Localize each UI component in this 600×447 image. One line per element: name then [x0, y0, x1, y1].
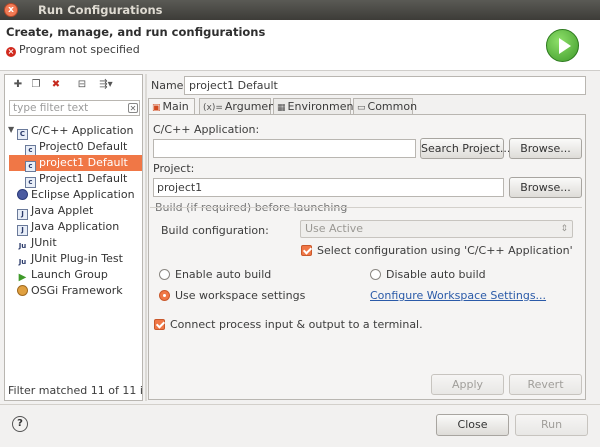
tree-item-java-app[interactable]: J Java Application	[17, 219, 119, 236]
tab-environment[interactable]: ▦ Environment	[273, 98, 358, 115]
error-message: × Program not specified	[6, 43, 140, 57]
config-tree-panel: ✚ ❐ ✖ ⊟ ⇶▾ type filter text ✕ ▼ C C/C++ A…	[4, 74, 143, 401]
browse-app-button[interactable]: Browse...	[509, 138, 582, 159]
footer-divider	[0, 404, 600, 405]
delete-icon[interactable]: ✖	[49, 78, 63, 92]
enable-auto-build-radio[interactable]: Enable auto build	[159, 268, 271, 281]
duplicate-icon[interactable]: ❐	[29, 78, 43, 92]
build-config-select[interactable]: Use Active ⇕	[300, 220, 573, 238]
collapse-all-icon[interactable]: ⊟	[75, 78, 89, 92]
app-label: C/C++ Application:	[153, 123, 260, 136]
connect-terminal-checkbox[interactable]: Connect process input & output to a term…	[154, 318, 423, 331]
dialog-header: Create, manage, and run configurations ×…	[0, 20, 600, 71]
name-input[interactable]: project1 Default	[184, 76, 586, 95]
sash[interactable]	[145, 74, 147, 401]
project-label: Project:	[153, 162, 195, 175]
project-input[interactable]: project1	[153, 178, 504, 197]
apply-button[interactable]: Apply	[431, 374, 504, 395]
new-config-icon[interactable]: ✚	[11, 78, 25, 92]
use-workspace-settings-radio[interactable]: Use workspace settings	[159, 289, 305, 302]
run-button[interactable]: Run	[515, 414, 588, 436]
tree-item-junit-plugin[interactable]: Ju JUnit Plug-in Test	[17, 251, 123, 267]
dialog-heading: Create, manage, and run configurations	[6, 25, 266, 39]
window-close-icon[interactable]: x	[4, 3, 18, 17]
run-icon	[546, 29, 579, 62]
osgi-icon	[17, 285, 28, 296]
radio-off-icon	[370, 269, 381, 280]
tab-arguments[interactable]: (x)= Arguments	[199, 98, 285, 115]
build-config-label: Build configuration:	[161, 224, 269, 237]
chevron-updown-icon: ⇕	[560, 224, 568, 234]
clear-filter-icon[interactable]: ✕	[128, 103, 138, 113]
tree-item-osgi[interactable]: OSGi Framework	[17, 283, 123, 299]
radio-off-icon	[159, 269, 170, 280]
help-icon[interactable]: ?	[12, 416, 28, 432]
configure-workspace-link[interactable]: Configure Workspace Settings...	[370, 289, 546, 302]
app-input[interactable]	[153, 139, 416, 158]
tree-item-junit[interactable]: Ju JUnit	[17, 235, 57, 251]
expand-arrow-icon[interactable]: ▼	[8, 125, 14, 134]
tree-item-Project1[interactable]: c Project1 Default	[25, 171, 127, 188]
tree-item-launch-group[interactable]: ▶ Launch Group	[17, 267, 108, 283]
revert-button[interactable]: Revert	[509, 374, 582, 395]
tree-item-project0[interactable]: c Project0 Default	[25, 139, 127, 156]
error-text: Program not specified	[19, 43, 140, 56]
radio-on-icon	[159, 290, 170, 301]
search-project-button[interactable]: Search Project...	[420, 138, 510, 159]
tree-item-project1-selected[interactable]: c project1 Default	[9, 155, 142, 172]
error-icon: ×	[6, 47, 16, 57]
browse-project-button[interactable]: Browse...	[509, 177, 582, 198]
title-bar: x Run Configurations	[0, 0, 600, 20]
filter-status: Filter matched 11 of 11 items	[8, 384, 142, 397]
disable-auto-build-radio[interactable]: Disable auto build	[370, 268, 486, 281]
tab-common[interactable]: ▭ Common	[353, 98, 417, 115]
checkbox-checked-icon	[301, 245, 312, 256]
eclipse-icon	[17, 189, 28, 200]
filter-input[interactable]: type filter text	[9, 100, 140, 116]
window-title: Run Configurations	[38, 3, 163, 17]
close-button[interactable]: Close	[436, 414, 509, 436]
tree-item-java-applet[interactable]: J Java Applet	[17, 203, 93, 220]
name-label: Name:	[151, 79, 188, 92]
tree-item-eclipse-app[interactable]: Eclipse Application	[17, 187, 135, 203]
tree-item-cdt-app[interactable]: C C/C++ Application	[17, 123, 133, 140]
select-config-checkbox[interactable]: Select configuration using 'C/C++ Applic…	[301, 244, 573, 257]
filter-icon[interactable]: ⇶▾	[95, 78, 117, 92]
checkbox-checked-icon	[154, 319, 165, 330]
